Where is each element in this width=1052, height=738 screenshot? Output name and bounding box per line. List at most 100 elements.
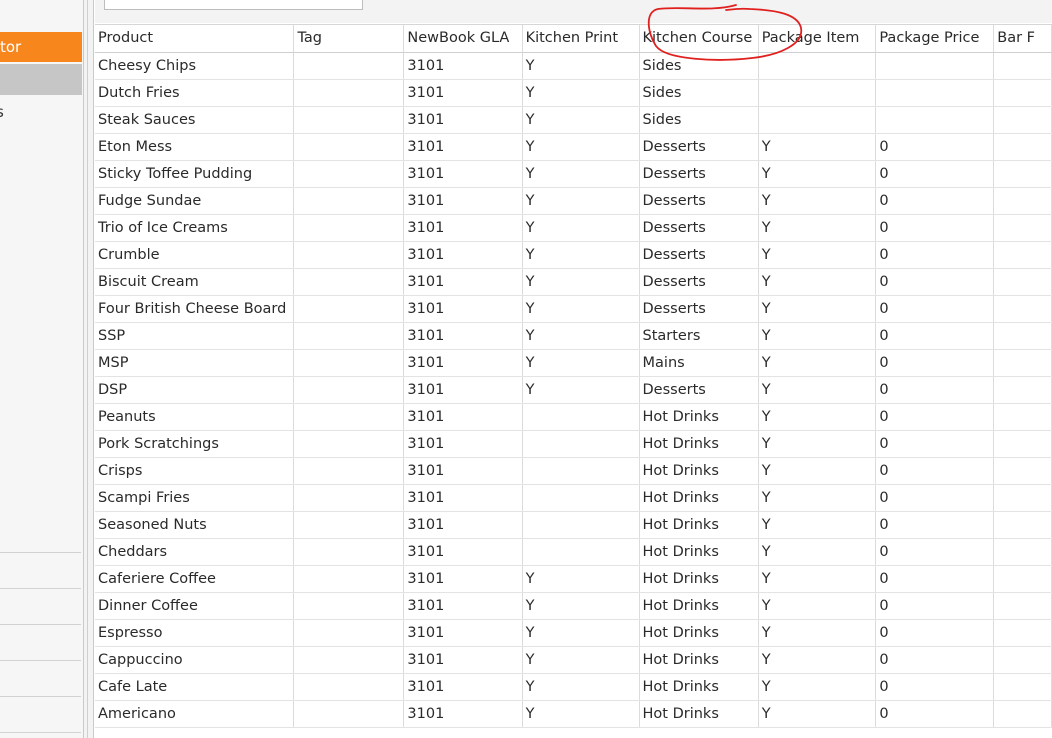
cell-tag[interactable] xyxy=(293,511,405,539)
sidebar-item-selected[interactable] xyxy=(0,64,82,95)
sidebar-item-partial[interactable]: s xyxy=(0,100,4,124)
cell-newbook-gla[interactable]: 3101 xyxy=(403,538,523,566)
sidebar-item-active[interactable]: tor xyxy=(0,32,82,62)
cell-kitchen-course[interactable]: Desserts xyxy=(639,241,759,269)
cell-package-item[interactable]: Y xyxy=(758,268,877,296)
cell-bar[interactable] xyxy=(993,268,1052,296)
cell-kitchen-course[interactable]: Hot Drinks xyxy=(639,619,759,647)
table-row[interactable]: Crisps 3101 Hot Drinks Y 0 xyxy=(95,457,1052,485)
cell-tag[interactable] xyxy=(293,349,405,377)
cell-newbook-gla[interactable]: 3101 xyxy=(403,484,523,512)
cell-kitchen-print[interactable]: Y xyxy=(522,646,640,674)
cell-tag[interactable] xyxy=(293,133,405,161)
table-row[interactable]: SSP 3101 Y Starters Y 0 xyxy=(95,322,1052,350)
cell-product[interactable]: MSP xyxy=(95,349,295,377)
cell-package-item[interactable]: Y xyxy=(758,241,877,269)
cell-product[interactable]: Caferiere Coffee xyxy=(95,565,295,593)
cell-package-item[interactable]: Y xyxy=(758,592,877,620)
cell-tag[interactable] xyxy=(293,268,405,296)
cell-tag[interactable] xyxy=(293,619,405,647)
cell-tag[interactable] xyxy=(293,214,405,242)
column-header-package-price[interactable]: Package Price xyxy=(875,25,995,53)
cell-package-price[interactable] xyxy=(875,79,995,107)
table-row[interactable]: Fudge Sundae 3101 Y Desserts Y 0 xyxy=(95,187,1052,215)
cell-bar[interactable] xyxy=(993,241,1052,269)
cell-newbook-gla[interactable]: 3101 xyxy=(403,349,523,377)
cell-newbook-gla[interactable]: 3101 xyxy=(403,187,523,215)
cell-package-price[interactable]: 0 xyxy=(875,268,995,296)
cell-newbook-gla[interactable]: 3101 xyxy=(403,268,523,296)
cell-package-price[interactable]: 0 xyxy=(875,700,995,728)
table-row[interactable]: Pork Scratchings 3101 Hot Drinks Y 0 xyxy=(95,430,1052,458)
cell-bar[interactable] xyxy=(993,700,1052,728)
cell-package-item[interactable]: Y xyxy=(758,619,877,647)
cell-bar[interactable] xyxy=(993,214,1052,242)
cell-package-price[interactable]: 0 xyxy=(875,160,995,188)
cell-kitchen-course[interactable]: Desserts xyxy=(639,187,759,215)
cell-bar[interactable] xyxy=(993,322,1052,350)
cell-kitchen-print[interactable] xyxy=(522,484,640,512)
table-row[interactable]: Dinner Coffee 3101 Y Hot Drinks Y 0 xyxy=(95,592,1052,620)
cell-newbook-gla[interactable]: 3101 xyxy=(403,241,523,269)
cell-product[interactable]: Pork Scratchings xyxy=(95,430,295,458)
cell-newbook-gla[interactable]: 3101 xyxy=(403,403,523,431)
cell-kitchen-print[interactable]: Y xyxy=(522,79,640,107)
cell-package-item[interactable]: Y xyxy=(758,160,877,188)
cell-kitchen-course[interactable]: Hot Drinks xyxy=(639,646,759,674)
cell-newbook-gla[interactable]: 3101 xyxy=(403,673,523,701)
cell-package-price[interactable]: 0 xyxy=(875,187,995,215)
cell-kitchen-course[interactable]: Sides xyxy=(639,52,759,80)
cell-package-item[interactable]: Y xyxy=(758,322,877,350)
cell-product[interactable]: Crumble xyxy=(95,241,295,269)
cell-package-price[interactable]: 0 xyxy=(875,133,995,161)
cell-newbook-gla[interactable]: 3101 xyxy=(403,52,523,80)
cell-product[interactable]: Cafe Late xyxy=(95,673,295,701)
table-row[interactable]: Caferiere Coffee 3101 Y Hot Drinks Y 0 xyxy=(95,565,1052,593)
cell-newbook-gla[interactable]: 3101 xyxy=(403,376,523,404)
cell-kitchen-course[interactable]: Hot Drinks xyxy=(639,538,759,566)
cell-newbook-gla[interactable]: 3101 xyxy=(403,133,523,161)
cell-package-item[interactable]: Y xyxy=(758,457,877,485)
cell-kitchen-course[interactable]: Hot Drinks xyxy=(639,511,759,539)
cell-kitchen-course[interactable]: Hot Drinks xyxy=(639,700,759,728)
cell-kitchen-print[interactable]: Y xyxy=(522,133,640,161)
table-row[interactable]: MSP 3101 Y Mains Y 0 xyxy=(95,349,1052,377)
table-row[interactable]: Scampi Fries 3101 Hot Drinks Y 0 xyxy=(95,484,1052,512)
cell-package-price[interactable]: 0 xyxy=(875,322,995,350)
cell-tag[interactable] xyxy=(293,430,405,458)
table-row[interactable]: Seasoned Nuts 3101 Hot Drinks Y 0 xyxy=(95,511,1052,539)
column-header-package-item[interactable]: Package Item xyxy=(758,25,877,53)
cell-bar[interactable] xyxy=(993,565,1052,593)
cell-kitchen-course[interactable]: Mains xyxy=(639,349,759,377)
cell-bar[interactable] xyxy=(993,538,1052,566)
cell-product[interactable]: Americano xyxy=(95,700,295,728)
cell-product[interactable]: Eton Mess xyxy=(95,133,295,161)
table-row[interactable]: Steak Sauces 3101 Y Sides xyxy=(95,106,1052,134)
cell-newbook-gla[interactable]: 3101 xyxy=(403,565,523,593)
cell-bar[interactable] xyxy=(993,52,1052,80)
cell-bar[interactable] xyxy=(993,646,1052,674)
table-row[interactable]: Cafe Late 3101 Y Hot Drinks Y 0 xyxy=(95,673,1052,701)
cell-tag[interactable] xyxy=(293,457,405,485)
cell-package-price[interactable]: 0 xyxy=(875,430,995,458)
cell-tag[interactable] xyxy=(293,160,405,188)
cell-kitchen-course[interactable]: Hot Drinks xyxy=(639,457,759,485)
cell-kitchen-course[interactable]: Hot Drinks xyxy=(639,484,759,512)
table-row[interactable]: Dutch Fries 3101 Y Sides xyxy=(95,79,1052,107)
cell-tag[interactable] xyxy=(293,52,405,80)
cell-kitchen-print[interactable]: Y xyxy=(522,106,640,134)
cell-kitchen-print[interactable]: Y xyxy=(522,376,640,404)
cell-product[interactable]: Dutch Fries xyxy=(95,79,295,107)
table-row[interactable]: Eton Mess 3101 Y Desserts Y 0 xyxy=(95,133,1052,161)
cell-newbook-gla[interactable]: 3101 xyxy=(403,160,523,188)
cell-tag[interactable] xyxy=(293,700,405,728)
cell-newbook-gla[interactable]: 3101 xyxy=(403,106,523,134)
cell-newbook-gla[interactable]: 3101 xyxy=(403,79,523,107)
cell-kitchen-print[interactable] xyxy=(522,511,640,539)
table-row[interactable]: Trio of Ice Creams 3101 Y Desserts Y 0 xyxy=(95,214,1052,242)
cell-kitchen-print[interactable]: Y xyxy=(522,565,640,593)
cell-kitchen-course[interactable]: Hot Drinks xyxy=(639,430,759,458)
cell-kitchen-course[interactable]: Starters xyxy=(639,322,759,350)
table-row[interactable]: Espresso 3101 Y Hot Drinks Y 0 xyxy=(95,619,1052,647)
cell-kitchen-print[interactable] xyxy=(522,457,640,485)
